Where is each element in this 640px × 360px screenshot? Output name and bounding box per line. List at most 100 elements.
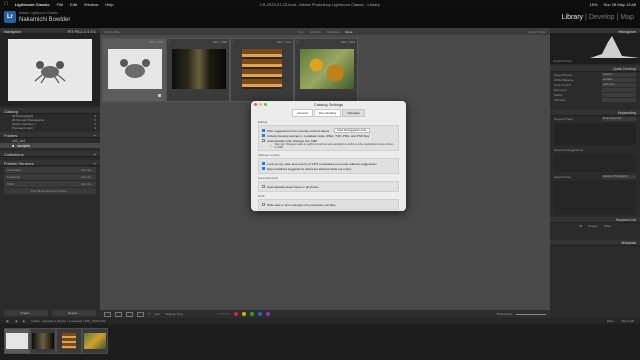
compare-view-icon[interactable] <box>126 311 133 317</box>
color-label-blue-icon[interactable] <box>258 312 263 316</box>
minimize-window-icon[interactable] <box>259 103 262 106</box>
sort-select[interactable]: Capture Time <box>165 312 183 316</box>
filter-metadata[interactable]: Metadata <box>327 30 340 34</box>
qd-value-select[interactable]: Auto Tone <box>602 82 636 87</box>
zoom-window-icon[interactable] <box>264 103 267 106</box>
collections-header[interactable]: Collections + <box>0 151 100 157</box>
grid-view-icon[interactable] <box>104 311 111 317</box>
grid-cell[interactable]: 2 IMG_7958 <box>166 38 230 102</box>
export-address-checkbox[interactable]: Export address suggestions whenever addr… <box>262 166 395 171</box>
folder-row[interactable]: ■ samples <box>0 143 100 148</box>
custom-filter[interactable]: Custom Filter <box>528 30 546 34</box>
filmstrip-path: Folder : samples 4 photos / 1 selected /… <box>31 319 106 323</box>
grid-cell[interactable]: 3 IMG_7913 <box>230 38 294 102</box>
navigator-zoom-options[interactable]: FIT FILL 1:1 3:1 <box>68 29 96 34</box>
filmstrip-thumb[interactable] <box>30 328 56 354</box>
keyword-set-label: Keyword Set <box>554 174 572 179</box>
publish-service[interactable]: Facebook Set Up... <box>4 174 96 180</box>
grid-cell[interactable]: 1 IMG_7949 <box>102 38 166 102</box>
star-rating-icon[interactable]: ☆☆☆☆☆ <box>217 312 230 316</box>
color-label-green-icon[interactable] <box>250 312 255 316</box>
color-label-yellow-icon[interactable] <box>242 312 247 316</box>
filmstrip-thumb[interactable] <box>56 328 82 354</box>
qd-value-select[interactable] <box>602 97 636 102</box>
menu-help[interactable]: Help <box>105 2 113 7</box>
color-label-red-icon[interactable] <box>234 312 239 316</box>
secondary-display-icon[interactable]: ▣ <box>6 319 9 323</box>
publish-service[interactable]: Hard Drive Set Up... <box>4 167 96 173</box>
thumbnail-leaves <box>300 49 354 89</box>
forward-arrow-icon[interactable]: ▶ <box>23 319 25 323</box>
filmstrip-filter-select[interactable]: Filters Off <box>621 319 634 323</box>
menu-bar:  Lightroom Classic File Edit Window Hel… <box>0 0 640 8</box>
original-photo-label: Original Photo <box>553 59 573 63</box>
qd-value-select[interactable]: As Shot <box>602 77 636 82</box>
thumbnail-size-slider[interactable] <box>516 313 546 315</box>
publish-header[interactable]: Publish Services + <box>0 160 100 166</box>
metadata-header[interactable]: Metadata <box>550 240 640 246</box>
keyword-set-select[interactable]: Outdoor Photography <box>602 174 636 179</box>
keyword-entry-box[interactable] <box>554 123 636 145</box>
menu-file[interactable]: File <box>57 2 63 7</box>
filmstrip-thumb[interactable] <box>4 328 30 354</box>
keyword-tags-select[interactable]: Enter Keywords <box>602 116 636 121</box>
clock[interactable]: Sun 28 May 13:48 <box>604 2 636 7</box>
module-develop[interactable]: Develop <box>589 14 615 21</box>
close-window-icon[interactable] <box>254 103 257 106</box>
cell-index: 1 <box>104 40 107 46</box>
add-collection-icon[interactable]: + <box>94 152 96 157</box>
write-raw-date-checkbox[interactable]: Write date or time changes into propriet… <box>262 202 395 207</box>
filter-none[interactable]: None <box>345 30 352 34</box>
checkbox-unchecked-icon <box>262 203 265 206</box>
back-arrow-icon[interactable]: ◀ <box>15 319 17 323</box>
identity-plate: Lr Adobe Lightroom Classic Nakamichi Bow… <box>0 8 640 28</box>
filter-attribute[interactable]: Attribute <box>310 30 321 34</box>
add-folder-icon[interactable]: + <box>94 133 96 138</box>
add-publish-icon[interactable]: + <box>94 161 96 166</box>
filmstrip-image <box>6 333 28 349</box>
tab-general[interactable]: General <box>292 109 313 117</box>
gps-lookup-checkbox[interactable]: Look up city, state and country of GPS c… <box>262 161 395 166</box>
checkbox-label: Export address suggestions whenever addr… <box>267 166 352 171</box>
qd-label: White Balance <box>554 77 574 82</box>
module-picker: Library | Develop | Map <box>562 14 634 21</box>
keyword-filter-other[interactable]: Other <box>604 224 612 228</box>
publish-setup-link[interactable]: Set Up... <box>81 182 93 186</box>
detect-faces-checkbox[interactable]: Automatically detect faces in all photos <box>262 184 395 189</box>
tab-metadata[interactable]: Metadata <box>342 109 365 117</box>
module-library[interactable]: Library <box>562 14 583 21</box>
color-label-purple-icon[interactable] <box>266 312 271 316</box>
survey-view-icon[interactable] <box>137 311 144 317</box>
catalog-item[interactable]: Previous Import 4 <box>0 126 100 130</box>
import-button[interactable]: Import... <box>4 310 48 316</box>
qd-value-select[interactable]: Custom <box>602 72 636 77</box>
keyword-filter-people[interactable]: People <box>588 224 597 228</box>
find-more-services[interactable]: Find More Services Online... <box>4 188 96 194</box>
publish-setup-link[interactable]: Set Up... <box>81 168 93 172</box>
painter-icon[interactable]: ✎ <box>148 312 151 316</box>
publish-setup-link[interactable]: Set Up... <box>81 175 93 179</box>
keyword-filter-all[interactable]: All <box>579 224 582 228</box>
qd-value-select[interactable] <box>602 92 636 97</box>
apple-icon[interactable]:  <box>4 1 8 7</box>
qd-value-select[interactable] <box>602 87 636 92</box>
tab-file-handling[interactable]: File Handling <box>313 109 342 117</box>
publish-service[interactable]: Flickr Set Up... <box>4 181 96 187</box>
menu-window[interactable]: Window <box>84 2 98 7</box>
loupe-view-icon[interactable] <box>115 311 122 317</box>
cell-filename: IMG_7949 <box>148 40 163 44</box>
battery-indicator[interactable]: 15% <box>590 2 598 7</box>
filter-text[interactable]: Text <box>298 30 304 34</box>
filmstrip-thumb[interactable] <box>82 328 108 354</box>
checkbox-label: Include Develop settings in metadata ins… <box>267 133 370 138</box>
publish-service-label: Facebook <box>7 175 21 179</box>
clear-suggestions-button[interactable]: Clear All Suggestion Lists <box>334 128 370 133</box>
export-button[interactable]: Export... <box>52 310 96 316</box>
menu-edit[interactable]: Edit <box>70 2 77 7</box>
navigator-preview[interactable] <box>0 34 100 106</box>
collections-title: Collections <box>4 152 24 157</box>
menu-app-name[interactable]: Lightroom Classic <box>15 2 50 7</box>
exif-group: Write date or time changes into propriet… <box>258 199 399 210</box>
grid-cell[interactable]: 4 IMG_7905 <box>294 38 358 102</box>
module-map[interactable]: Map <box>620 14 634 21</box>
